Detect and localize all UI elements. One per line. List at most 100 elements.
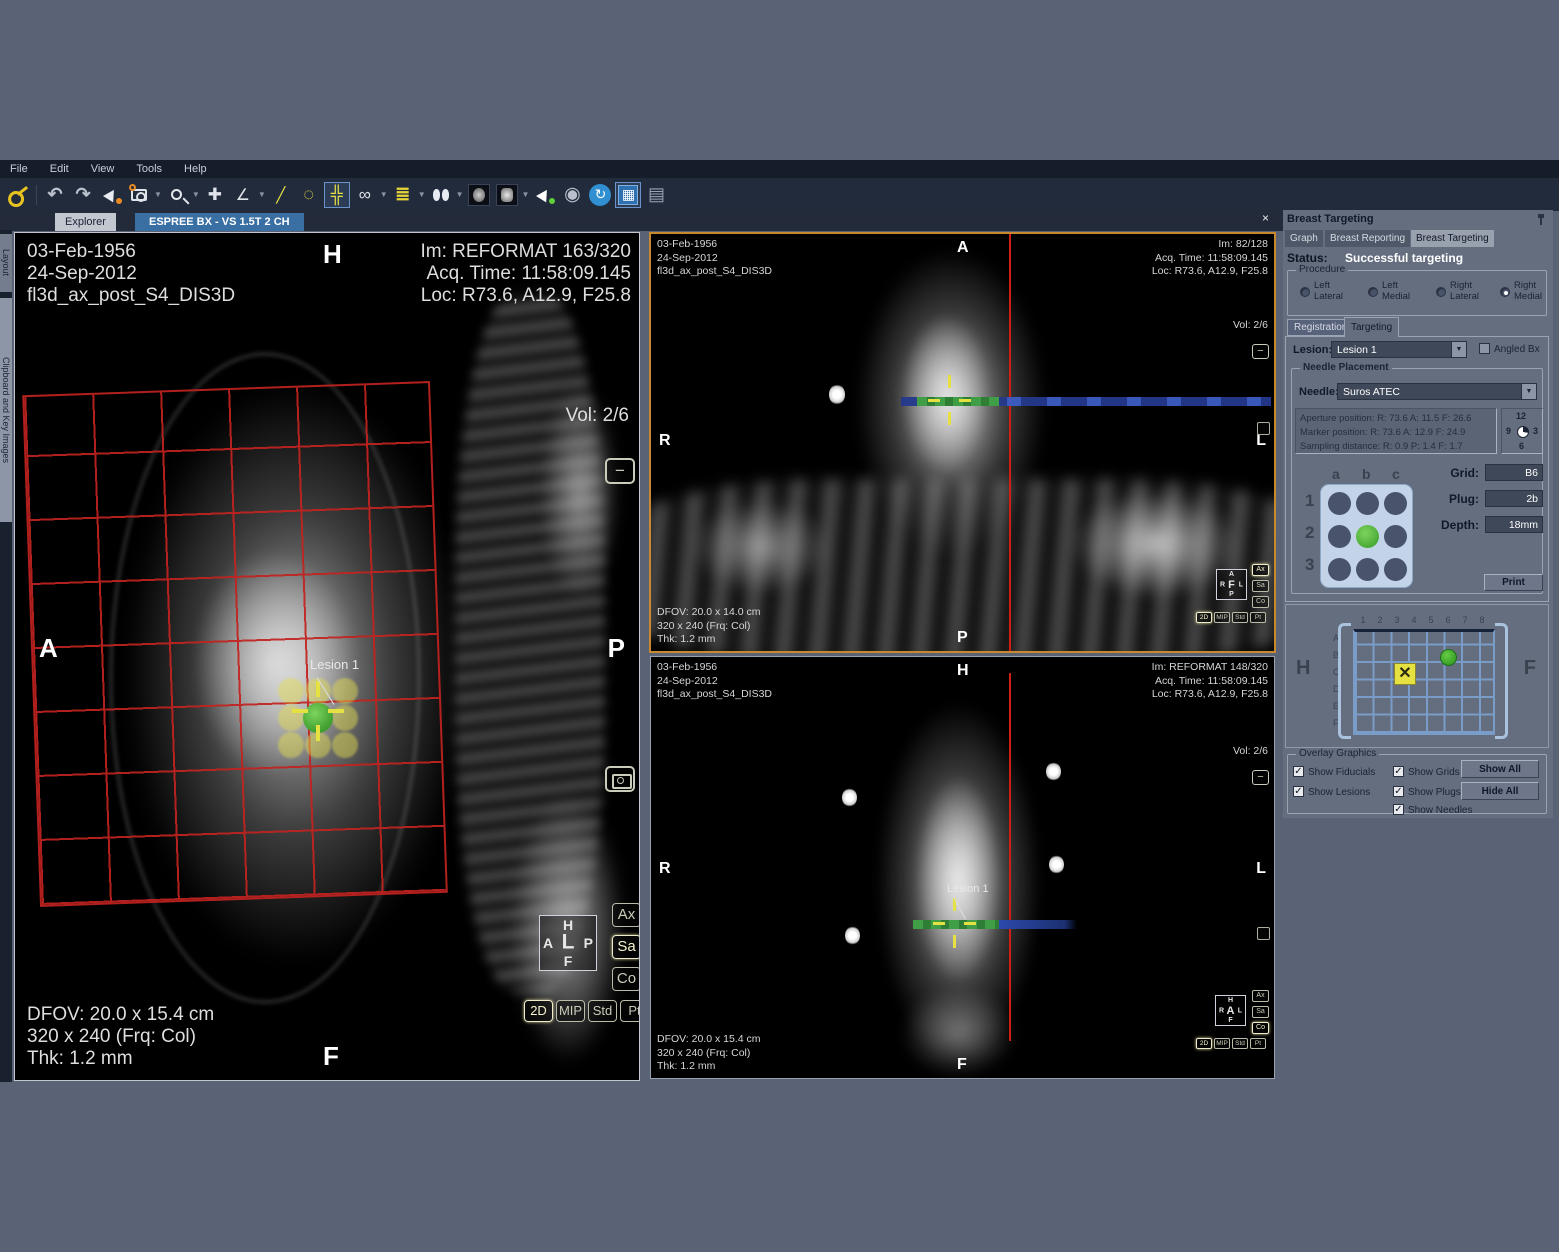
film-layout-icon[interactable]: ▤ bbox=[643, 182, 669, 208]
viewport-sagittal[interactable]: Lesion 1 03-Feb-1956 24-Sep-2012 fl3d_ax… bbox=[14, 232, 640, 1081]
chevron-down-icon[interactable]: ▼ bbox=[456, 190, 464, 199]
mri-image-coronal[interactable] bbox=[651, 234, 1274, 651]
series-thumbnail-icon[interactable] bbox=[466, 182, 492, 208]
menu-edit[interactable]: Edit bbox=[50, 163, 69, 175]
lung-view-icon[interactable] bbox=[428, 182, 454, 208]
show-fiducials-checkbox[interactable]: ✓ bbox=[1293, 766, 1304, 777]
redo-icon[interactable]: ↷ bbox=[70, 182, 96, 208]
mode-2d-button[interactable]: 2D bbox=[1196, 1038, 1212, 1049]
tab-graph[interactable]: Graph bbox=[1285, 230, 1323, 247]
sync-icon[interactable]: ↻ bbox=[587, 182, 613, 208]
mode-mip-button[interactable]: MIP bbox=[1214, 612, 1230, 623]
select-cursor-icon[interactable] bbox=[98, 182, 124, 208]
chevron-down-icon[interactable]: ▼ bbox=[192, 190, 200, 199]
orientation-bottom: F bbox=[323, 1041, 339, 1072]
key-image-camera-icon[interactable] bbox=[126, 182, 152, 208]
tab-explorer[interactable]: Explorer bbox=[55, 213, 116, 231]
show-lesions-checkbox[interactable]: ✓ bbox=[1293, 786, 1304, 797]
close-icon[interactable]: × bbox=[1262, 211, 1269, 225]
toolbar-separator bbox=[36, 185, 37, 205]
link-series-icon[interactable]: ∞ bbox=[352, 182, 378, 208]
grid-cells[interactable] bbox=[1353, 629, 1495, 735]
chevron-down-icon[interactable]: ▼ bbox=[258, 190, 266, 199]
plane-ax-button[interactable]: Ax bbox=[612, 903, 640, 927]
show-plugs-checkbox[interactable]: ✓ bbox=[1393, 786, 1404, 797]
zoom-icon[interactable] bbox=[164, 182, 190, 208]
collapse-button[interactable]: − bbox=[1252, 344, 1269, 359]
mini-grid-row-1: 1 bbox=[1305, 491, 1314, 511]
chevron-down-icon[interactable]: ▼ bbox=[154, 190, 162, 199]
tab-study[interactable]: ESPREE BX - VS 1.5T 2 CH bbox=[135, 213, 304, 231]
menu-file[interactable]: File bbox=[10, 163, 28, 175]
grid-layout-icon[interactable]: ▦ bbox=[615, 182, 641, 208]
collapse-button[interactable]: − bbox=[605, 458, 635, 484]
tab-layout[interactable]: Layout bbox=[0, 234, 12, 292]
plane-sa-button[interactable]: Sa bbox=[1252, 1006, 1269, 1018]
angled-bx-checkbox[interactable] bbox=[1479, 343, 1490, 354]
grid-diagram: H F 1 2 3 4 5 6 7 8 A B C D E F ✕ bbox=[1285, 604, 1549, 748]
viewport-axial[interactable]: Lesion 1 03-Feb-1956 24-Sep-2012 fl3d_ax… bbox=[650, 656, 1275, 1079]
key-icon[interactable] bbox=[5, 182, 31, 208]
mode-pt-button[interactable]: Pt bbox=[1250, 1038, 1266, 1049]
radio-right-medial[interactable] bbox=[1500, 287, 1510, 297]
radio-right-lateral[interactable] bbox=[1436, 287, 1446, 297]
distance-measure-icon[interactable]: ╱ bbox=[268, 182, 294, 208]
mode-std-button[interactable]: Std bbox=[588, 1000, 617, 1022]
show-all-button[interactable]: Show All bbox=[1461, 760, 1539, 778]
show-needles-checkbox[interactable]: ✓ bbox=[1393, 804, 1404, 815]
lesion-select[interactable]: Lesion 1 ▼ bbox=[1331, 341, 1467, 358]
snapshot-button[interactable] bbox=[605, 766, 635, 792]
mode-pt-button[interactable]: Pt bbox=[1250, 612, 1266, 623]
mode-mip-button[interactable]: MIP bbox=[556, 1000, 585, 1022]
mode-2d-button[interactable]: 2D bbox=[1196, 612, 1212, 623]
tab-breast-reporting[interactable]: Breast Reporting bbox=[1325, 230, 1410, 247]
plane-co-button[interactable]: Co bbox=[1252, 1022, 1269, 1034]
mode-2d-button[interactable]: 2D bbox=[524, 1000, 553, 1022]
radio-left-medial[interactable] bbox=[1368, 287, 1378, 297]
mode-std-button[interactable]: Std bbox=[1232, 1038, 1248, 1049]
plane-sa-button[interactable]: Sa bbox=[612, 935, 640, 959]
spine-range-icon[interactable]: ≣ bbox=[390, 182, 416, 208]
plane-co-button[interactable]: Co bbox=[1252, 596, 1269, 608]
pin-icon[interactable] bbox=[1537, 214, 1545, 225]
orientation-left: R bbox=[659, 432, 671, 450]
plug-selector-grid[interactable] bbox=[1320, 484, 1413, 588]
mode-mip-button[interactable]: MIP bbox=[1214, 1038, 1230, 1049]
undo-icon[interactable]: ↶ bbox=[42, 182, 68, 208]
tab-targeting[interactable]: Targeting bbox=[1344, 317, 1399, 337]
mode-pt-button[interactable]: Pt bbox=[620, 1000, 640, 1022]
plane-ax-button[interactable]: Ax bbox=[1252, 990, 1269, 1002]
series-thumbnail-2-icon[interactable] bbox=[494, 182, 520, 208]
viewport-coronal[interactable]: 03-Feb-1956 24-Sep-2012 fl3d_ax_post_S4_… bbox=[649, 232, 1276, 653]
tab-breast-targeting[interactable]: Breast Targeting bbox=[1411, 230, 1494, 247]
crosshair-icon[interactable]: ╬ bbox=[324, 182, 350, 208]
print-button[interactable]: Print bbox=[1484, 574, 1543, 591]
tool-icon[interactable] bbox=[1257, 422, 1270, 435]
plane-ax-button[interactable]: Ax bbox=[1252, 564, 1269, 576]
collapse-button[interactable]: − bbox=[1252, 770, 1269, 785]
menu-help[interactable]: Help bbox=[184, 163, 207, 175]
menu-tools[interactable]: Tools bbox=[136, 163, 162, 175]
radio-left-lateral[interactable] bbox=[1300, 287, 1310, 297]
tab-clipboard-key-images[interactable]: Clipboard and Key Images bbox=[0, 298, 12, 522]
tool-icon[interactable] bbox=[1257, 927, 1270, 940]
show-grids-checkbox[interactable]: ✓ bbox=[1393, 766, 1404, 777]
target-pointer-icon[interactable] bbox=[531, 182, 557, 208]
film-reel-icon[interactable]: ◉ bbox=[559, 182, 585, 208]
hide-all-button[interactable]: Hide All bbox=[1461, 782, 1539, 800]
chevron-down-icon[interactable]: ▼ bbox=[1451, 342, 1466, 357]
grid-diagram-right-label: F bbox=[1524, 657, 1536, 680]
chevron-down-icon[interactable]: ▼ bbox=[418, 190, 426, 199]
chevron-down-icon[interactable]: ▼ bbox=[522, 190, 530, 199]
chevron-down-icon[interactable]: ▼ bbox=[1521, 384, 1536, 399]
angle-measure-icon[interactable]: ∠ bbox=[230, 182, 256, 208]
chevron-down-icon[interactable]: ▼ bbox=[380, 190, 388, 199]
needle-select[interactable]: Suros ATEC ▼ bbox=[1337, 383, 1537, 400]
pan-icon[interactable]: ✚ bbox=[202, 182, 228, 208]
plane-sa-button[interactable]: Sa bbox=[1252, 580, 1269, 592]
mode-std-button[interactable]: Std bbox=[1232, 612, 1248, 623]
roi-ellipse-icon[interactable]: ◌ bbox=[296, 182, 322, 208]
mri-image-axial[interactable] bbox=[651, 657, 1274, 1078]
plane-co-button[interactable]: Co bbox=[612, 967, 640, 991]
menu-view[interactable]: View bbox=[91, 163, 115, 175]
